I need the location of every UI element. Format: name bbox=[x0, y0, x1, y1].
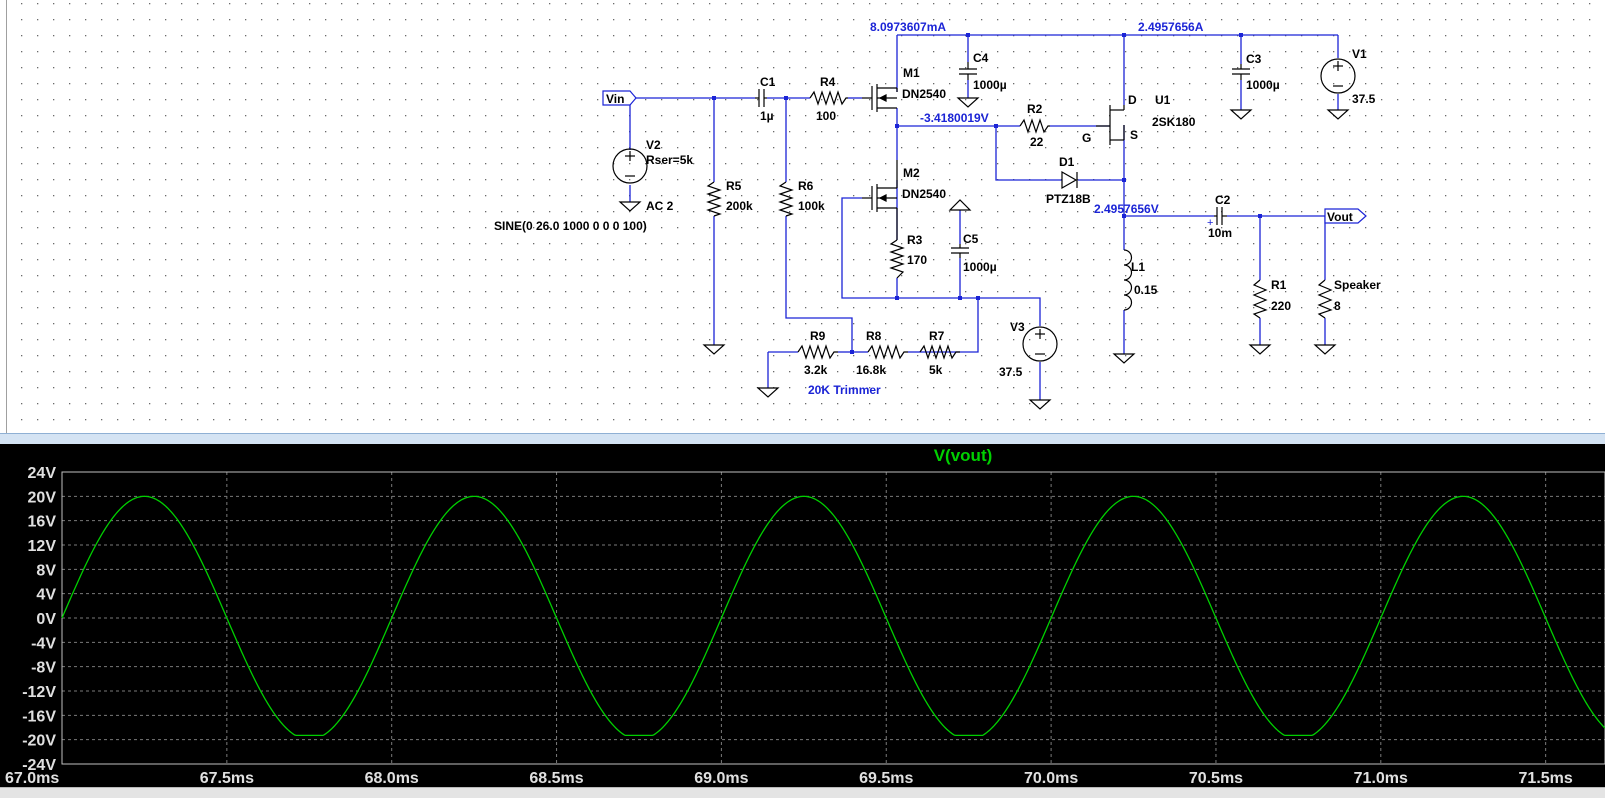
svg-text:V3: V3 bbox=[1010, 320, 1025, 334]
svg-text:5k: 5k bbox=[929, 363, 943, 377]
svg-text:V2: V2 bbox=[646, 138, 661, 152]
y-tick-label: 8V bbox=[36, 562, 56, 579]
x-tick-label: 67.0ms bbox=[5, 770, 59, 787]
svg-text:R3: R3 bbox=[907, 233, 923, 247]
svg-text:1µ: 1µ bbox=[760, 109, 774, 123]
svg-text:8: 8 bbox=[1334, 299, 1341, 313]
net-label-vin[interactable]: Vin bbox=[602, 90, 637, 106]
output-node-voltage: 2.4957656V bbox=[1094, 202, 1159, 216]
window-edge bbox=[0, 0, 7, 440]
svg-text:R8: R8 bbox=[866, 329, 882, 343]
svg-text:Speaker: Speaker bbox=[1334, 278, 1381, 292]
svg-text:C4: C4 bbox=[973, 51, 989, 65]
svg-text:200k: 200k bbox=[726, 199, 753, 213]
svg-text:PTZ18B: PTZ18B bbox=[1046, 192, 1091, 206]
svg-text:C3: C3 bbox=[1246, 52, 1262, 66]
y-tick-label: 0V bbox=[36, 611, 56, 628]
y-tick-label: 20V bbox=[28, 489, 57, 506]
svg-text:DN2540: DN2540 bbox=[902, 87, 946, 101]
svg-text:2SK180: 2SK180 bbox=[1152, 115, 1196, 129]
trace-vout[interactable] bbox=[61, 495, 1605, 737]
svg-text:170: 170 bbox=[907, 253, 927, 267]
svg-text:Vout: Vout bbox=[1327, 210, 1353, 224]
svg-text:1000µ: 1000µ bbox=[1246, 78, 1280, 92]
svg-text:U1: U1 bbox=[1155, 93, 1171, 107]
svg-text:D: D bbox=[1128, 93, 1137, 107]
svg-text:3.2k: 3.2k bbox=[804, 363, 828, 377]
x-tick-label: 70.0ms bbox=[1024, 770, 1078, 787]
x-tick-label: 70.5ms bbox=[1189, 770, 1243, 787]
svg-text:AC 2: AC 2 bbox=[646, 199, 674, 213]
svg-text:M2: M2 bbox=[903, 166, 920, 180]
svg-text:16.8k: 16.8k bbox=[856, 363, 886, 377]
y-tick-label: -16V bbox=[22, 708, 56, 725]
y-tick-label: 4V bbox=[36, 587, 56, 604]
svg-text:1000µ: 1000µ bbox=[973, 78, 1007, 92]
supply-current: 2.4957656A bbox=[1138, 20, 1204, 34]
svg-text:D1: D1 bbox=[1059, 155, 1075, 169]
svg-text:100k: 100k bbox=[798, 199, 825, 213]
x-tick-label: 71.0ms bbox=[1354, 770, 1408, 787]
svg-text:R5: R5 bbox=[726, 179, 742, 193]
x-tick-label: 69.0ms bbox=[694, 770, 748, 787]
svg-text:22: 22 bbox=[1030, 135, 1044, 149]
svg-text:R9: R9 bbox=[810, 329, 826, 343]
svg-text:Vin: Vin bbox=[606, 92, 624, 106]
svg-text:SINE(0 26.0 1000 0 0 0 100): SINE(0 26.0 1000 0 0 0 100) bbox=[494, 219, 647, 233]
svg-text:DN2540: DN2540 bbox=[902, 187, 946, 201]
schematic-editor[interactable]: + Vin Vout 8.0973607mA 2.4957656A -3.418… bbox=[0, 0, 1605, 441]
y-tick-label: 24V bbox=[28, 465, 57, 482]
svg-text:1000µ: 1000µ bbox=[963, 260, 997, 274]
schematic-canvas[interactable]: + Vin Vout 8.0973607mA 2.4957656A -3.418… bbox=[0, 0, 1605, 440]
status-bar bbox=[0, 787, 1605, 798]
waveform-plot[interactable]: 24V20V16V12V8V4V0V-4V-8V-12V-16V-20V-24V… bbox=[0, 444, 1605, 787]
source-node-voltage: -3.4180019V bbox=[920, 111, 989, 125]
y-tick-label: -8V bbox=[31, 660, 56, 677]
y-tick-label: -4V bbox=[31, 635, 56, 652]
x-tick-label: 67.5ms bbox=[200, 770, 254, 787]
svg-text:V1: V1 bbox=[1352, 47, 1367, 61]
svg-text:Rser=5k: Rser=5k bbox=[646, 153, 693, 167]
svg-text:10m: 10m bbox=[1208, 226, 1232, 240]
y-tick-label: -20V bbox=[22, 733, 56, 750]
x-tick-label: 69.5ms bbox=[859, 770, 913, 787]
trimmer-label: 20K Trimmer bbox=[808, 383, 881, 397]
y-tick-label: 16V bbox=[28, 514, 57, 531]
x-tick-label: 71.5ms bbox=[1519, 770, 1573, 787]
svg-text:L1: L1 bbox=[1131, 260, 1145, 274]
svg-text:37.5: 37.5 bbox=[999, 365, 1023, 379]
svg-text:C2: C2 bbox=[1215, 193, 1231, 207]
y-tick-label: -12V bbox=[22, 684, 56, 701]
svg-text:S: S bbox=[1130, 128, 1138, 142]
y-tick-label: 12V bbox=[28, 538, 57, 555]
svg-text:C5: C5 bbox=[963, 232, 979, 246]
m1-drain-current: 8.0973607mA bbox=[870, 20, 946, 34]
svg-text:R6: R6 bbox=[798, 179, 814, 193]
svg-text:M1: M1 bbox=[903, 66, 920, 80]
x-axis-ticks: 67.0ms 67.5ms 68.0ms 68.5ms 69.0ms 69.5ms 70.0… bbox=[5, 770, 1573, 787]
svg-text:C1: C1 bbox=[760, 75, 776, 89]
svg-text:R1: R1 bbox=[1271, 278, 1287, 292]
svg-text:0.15: 0.15 bbox=[1134, 283, 1158, 297]
svg-text:G: G bbox=[1082, 131, 1091, 145]
net-label-vout[interactable]: Vout bbox=[1324, 208, 1367, 224]
schematic-grid bbox=[0, 0, 1605, 440]
svg-text:R7: R7 bbox=[929, 329, 945, 343]
plot-title[interactable]: V(vout) bbox=[934, 446, 993, 465]
x-tick-label: 68.5ms bbox=[529, 770, 583, 787]
svg-text:R4: R4 bbox=[820, 75, 836, 89]
y-axis-ticks: 24V20V16V12V8V4V0V-4V-8V-12V-16V-20V-24V bbox=[22, 465, 56, 774]
waveform-viewer[interactable]: 24V 20V 16V 12V 8V 4V 0V -4V -8V -12V -16V -20V -24V… bbox=[0, 444, 1605, 787]
svg-text:37.5: 37.5 bbox=[1352, 92, 1376, 106]
svg-text:100: 100 bbox=[816, 109, 836, 123]
svg-text:R2: R2 bbox=[1027, 102, 1043, 116]
x-tick-label: 68.0ms bbox=[365, 770, 419, 787]
svg-text:220: 220 bbox=[1271, 299, 1291, 313]
